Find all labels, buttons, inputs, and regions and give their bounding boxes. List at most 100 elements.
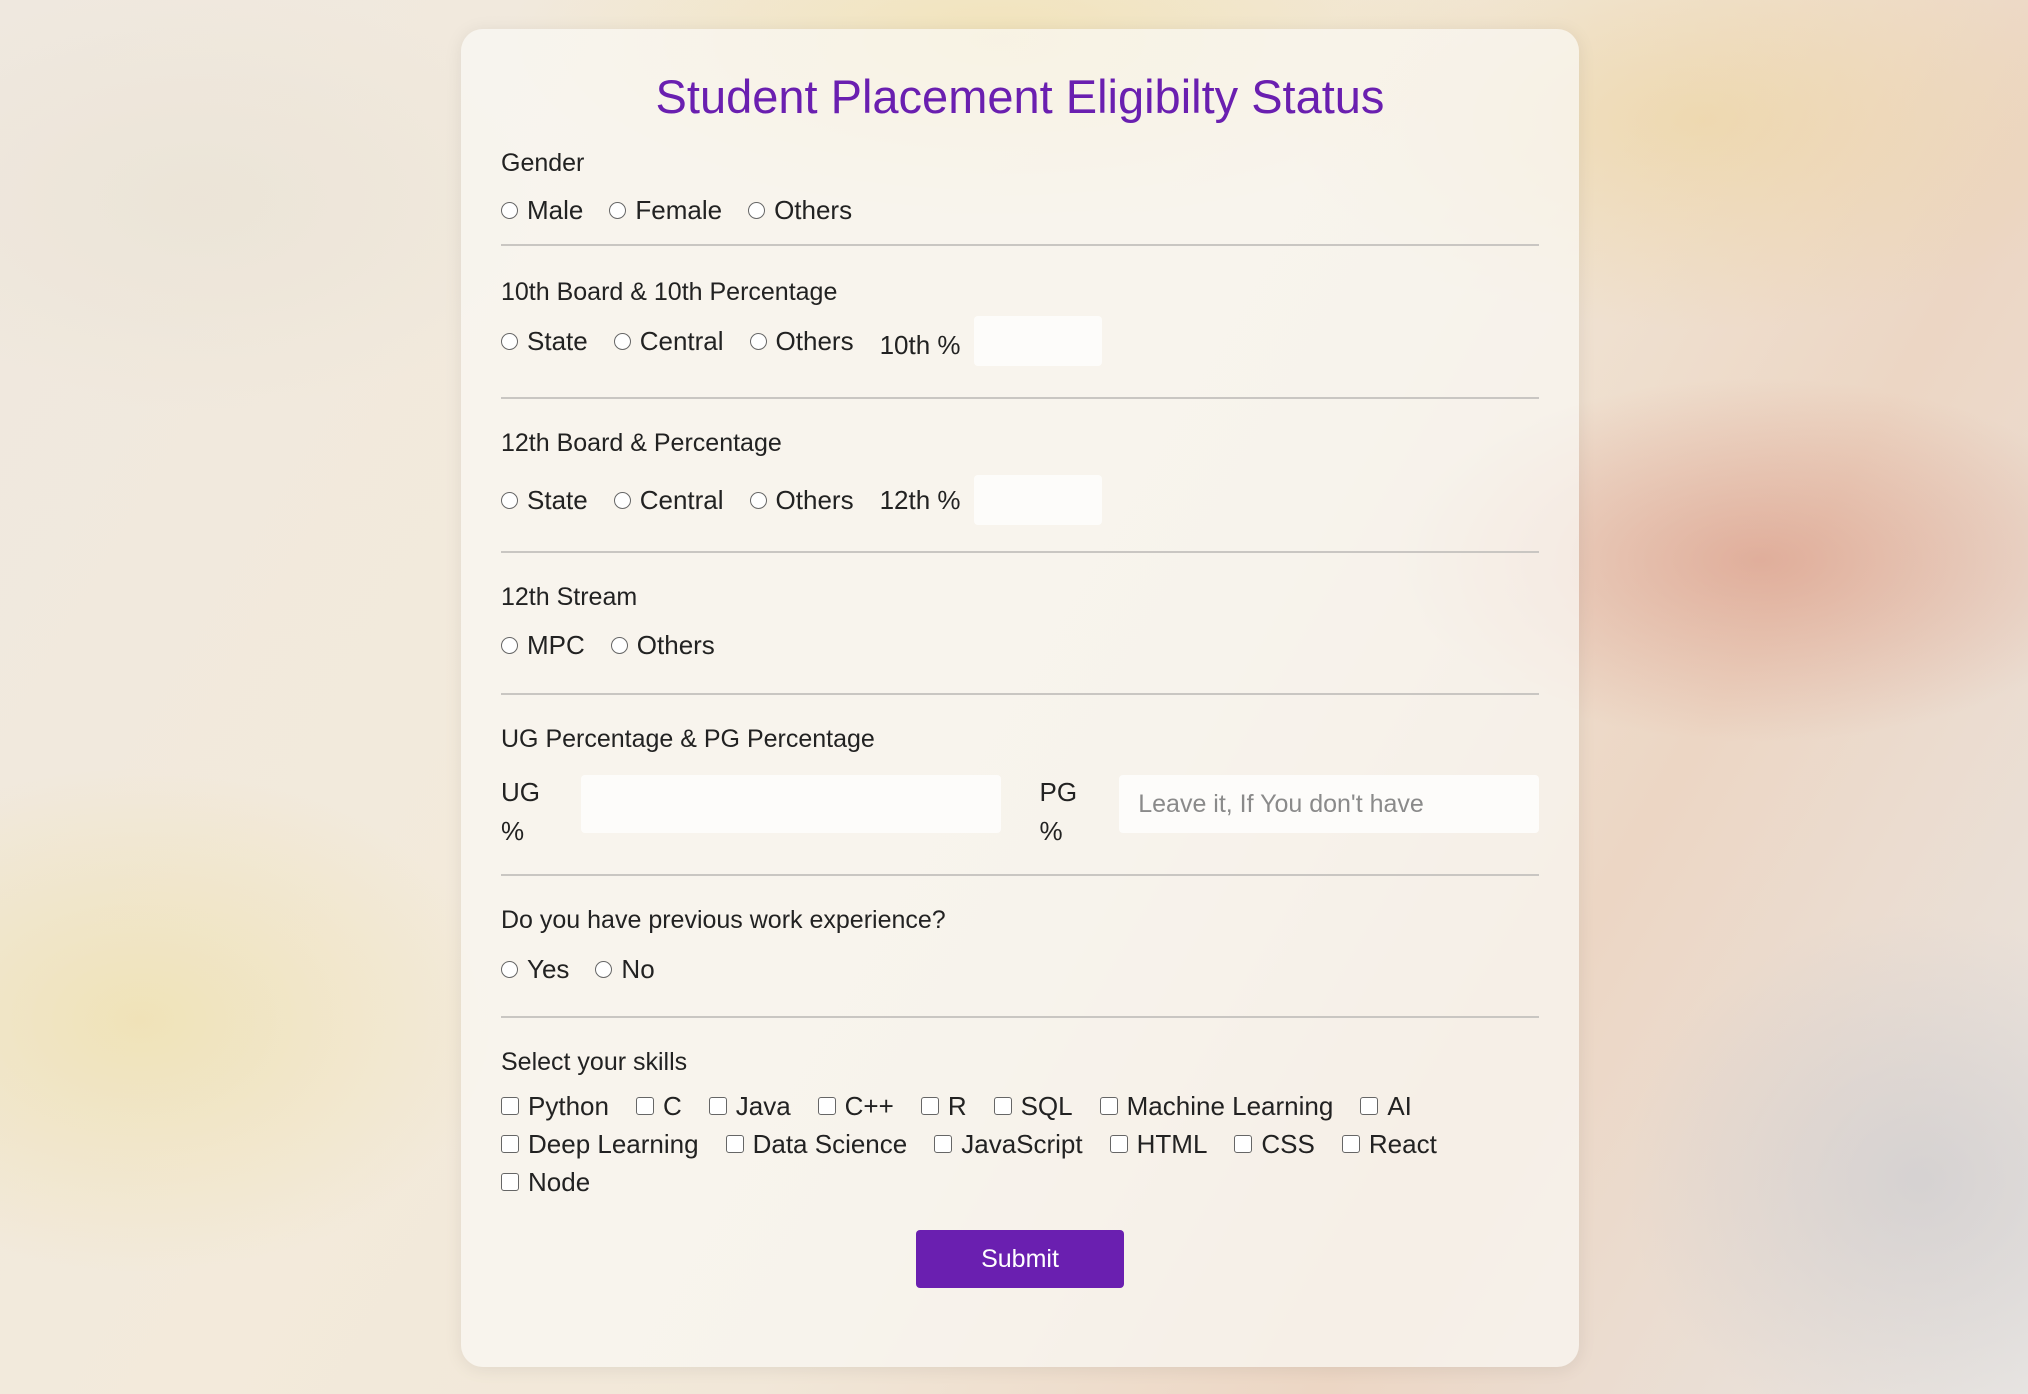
skill-deep-learning[interactable]: Deep Learning <box>501 1129 699 1160</box>
skill-javascript-checkbox[interactable] <box>934 1135 953 1153</box>
skill-javascript-label: JavaScript <box>961 1128 1083 1159</box>
skill-html[interactable]: HTML <box>1109 1128 1208 1160</box>
twelfth-central-label: Central <box>639 484 724 515</box>
skill-r-checkbox[interactable] <box>920 1097 939 1115</box>
pg-percent-input[interactable] <box>1119 775 1539 833</box>
gender-option-male[interactable]: Male <box>501 195 583 226</box>
skill-javascript[interactable]: JavaScript <box>934 1128 1083 1160</box>
tenth-others-label: Others <box>775 325 854 356</box>
tenth-section: 10th Board & 10th Percentage State Centr… <box>501 246 1539 399</box>
tenth-others-radio[interactable] <box>749 332 767 350</box>
ugpg-label: UG Percentage & PG Percentage <box>501 725 875 753</box>
tenth-label: 10th Board & 10th Percentage <box>501 278 838 306</box>
skill-cpp-checkbox[interactable] <box>817 1097 836 1115</box>
tenth-state-radio[interactable] <box>501 332 518 350</box>
experience-section: Do you have previous work experience? Ye… <box>501 876 1539 1018</box>
skill-cpp-label: C++ <box>844 1090 894 1121</box>
tenth-option-others[interactable]: Others <box>749 325 854 357</box>
twelfth-option-central[interactable]: Central <box>613 484 724 516</box>
pg-label-line1: PG <box>1039 777 1078 807</box>
experience-yes-label: Yes <box>527 953 570 984</box>
skill-ai-checkbox[interactable] <box>1360 1097 1379 1115</box>
skill-machine-learning[interactable]: Machine Learning <box>1099 1090 1334 1122</box>
skills-list: Python C Java C++ R SQL Machine Learning… <box>501 1087 1539 1201</box>
twelfth-state-label: State <box>527 484 588 515</box>
skill-node-checkbox[interactable] <box>501 1173 519 1191</box>
skill-sql-checkbox[interactable] <box>993 1097 1012 1115</box>
experience-label: Do you have previous work experience? <box>501 906 946 934</box>
skill-data-science[interactable]: Data Science <box>725 1129 907 1160</box>
skill-java-checkbox[interactable] <box>708 1097 727 1115</box>
skill-c-checkbox[interactable] <box>635 1097 654 1115</box>
tenth-central-radio[interactable] <box>613 332 631 350</box>
twelfth-central-radio[interactable] <box>613 491 631 509</box>
pg-label-line2: % <box>1039 816 1063 846</box>
twelfth-percent-input[interactable] <box>973 475 1102 525</box>
experience-option-no[interactable]: No <box>595 953 655 985</box>
experience-no-label: No <box>621 953 655 984</box>
twelfth-others-radio[interactable] <box>749 491 767 509</box>
page-title: Student Placement Eligibilty Status <box>655 70 1385 123</box>
gender-others-radio[interactable] <box>748 201 766 219</box>
skill-ai-label: AI <box>1387 1090 1412 1121</box>
skill-css-checkbox[interactable] <box>1234 1135 1253 1153</box>
gender-female-radio[interactable] <box>609 201 627 219</box>
ugpg-section: UG Percentage & PG Percentage UG % PG % <box>501 695 1539 876</box>
tenth-percent-label: 10th % <box>879 329 961 360</box>
experience-option-yes[interactable]: Yes <box>501 954 569 985</box>
stream-section: 12th Stream MPC Others <box>501 553 1539 695</box>
tenth-option-state[interactable]: State <box>501 326 588 357</box>
skill-r[interactable]: R <box>920 1090 967 1122</box>
submit-button[interactable]: Submit <box>916 1230 1124 1288</box>
ug-percent-input[interactable] <box>580 775 1001 833</box>
skill-c-label: C <box>662 1090 682 1121</box>
twelfth-percent-label: 12th % <box>879 484 961 515</box>
skill-python-label: Python <box>528 1090 609 1121</box>
tenth-state-label: State <box>527 325 588 356</box>
gender-male-radio[interactable] <box>501 201 518 219</box>
skill-c[interactable]: C <box>635 1090 682 1122</box>
skill-deep-learning-label: Deep Learning <box>528 1128 699 1159</box>
skill-cpp[interactable]: C++ <box>817 1090 894 1122</box>
gender-label: Gender <box>501 149 585 177</box>
skill-machine-learning-checkbox[interactable] <box>1099 1097 1118 1115</box>
skill-html-label: HTML <box>1136 1128 1208 1159</box>
twelfth-state-radio[interactable] <box>501 491 518 509</box>
gender-male-label: Male <box>527 194 584 225</box>
skill-react[interactable]: React <box>1341 1128 1437 1160</box>
stream-option-mpc[interactable]: MPC <box>501 630 585 661</box>
twelfth-option-state[interactable]: State <box>501 485 588 516</box>
experience-no-radio[interactable] <box>595 960 613 978</box>
skill-java[interactable]: Java <box>708 1091 791 1122</box>
tenth-percent-input[interactable] <box>973 316 1102 366</box>
ug-label-line2: % <box>501 816 525 846</box>
gender-option-female[interactable]: Female <box>609 195 722 226</box>
stream-option-others[interactable]: Others <box>610 629 715 661</box>
skill-machine-learning-label: Machine Learning <box>1126 1090 1334 1121</box>
gender-option-others[interactable]: Others <box>748 195 852 226</box>
skill-python-checkbox[interactable] <box>501 1097 519 1115</box>
skill-node[interactable]: Node <box>501 1167 590 1198</box>
gender-female-label: Female <box>635 194 723 225</box>
skill-ai[interactable]: AI <box>1360 1091 1412 1122</box>
skill-react-checkbox[interactable] <box>1341 1135 1360 1153</box>
skill-sql-label: SQL <box>1020 1090 1073 1121</box>
skill-python[interactable]: Python <box>501 1091 609 1122</box>
stream-others-radio[interactable] <box>610 636 628 654</box>
gender-section: Gender Male Female Others <box>501 127 1539 246</box>
stream-mpc-radio[interactable] <box>501 636 518 654</box>
twelfth-others-label: Others <box>775 484 854 515</box>
skill-react-label: React <box>1368 1128 1437 1159</box>
tenth-option-central[interactable]: Central <box>613 326 724 357</box>
skill-r-label: R <box>947 1090 967 1121</box>
skill-css[interactable]: CSS <box>1234 1129 1315 1160</box>
experience-yes-radio[interactable] <box>501 960 518 978</box>
skill-sql[interactable]: SQL <box>993 1090 1073 1122</box>
skills-label: Select your skills <box>501 1048 688 1076</box>
skill-deep-learning-checkbox[interactable] <box>501 1135 519 1153</box>
skill-data-science-checkbox[interactable] <box>725 1135 744 1153</box>
skill-html-checkbox[interactable] <box>1109 1135 1128 1153</box>
twelfth-option-others[interactable]: Others <box>749 484 854 516</box>
ug-percent-label: UG % <box>501 773 581 851</box>
stream-others-label: Others <box>636 629 715 660</box>
